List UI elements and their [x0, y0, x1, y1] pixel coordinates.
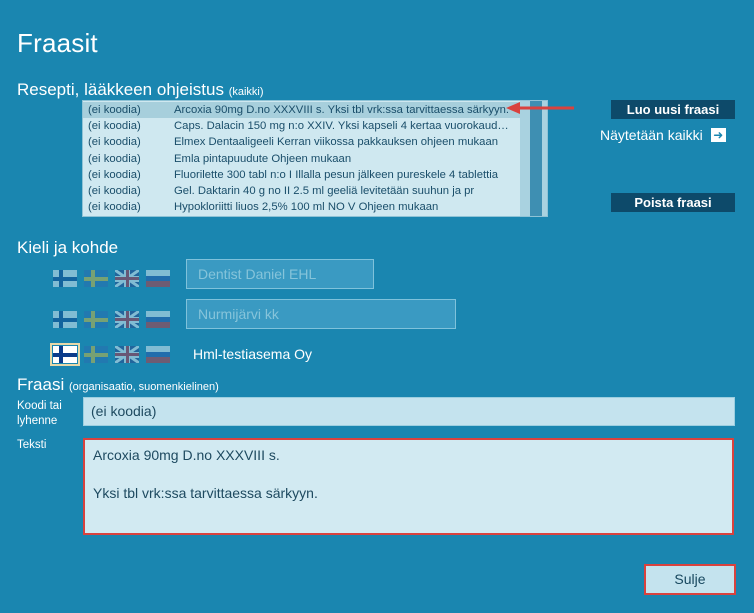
phrase-code: (ei koodia) — [88, 136, 141, 149]
phrase-text: Emla pintapuudute Ohjeen mukaan — [174, 152, 352, 165]
new-phrase-button[interactable]: Luo uusi fraasi — [611, 100, 735, 119]
delete-phrase-button[interactable]: Poista fraasi — [611, 193, 735, 212]
phrase-code: (ei koodia) — [88, 152, 141, 165]
russian-flag-icon[interactable] — [146, 311, 170, 328]
show-all-toggle[interactable]: Näytetään kaikki ➜ — [600, 127, 726, 143]
phrase-text: Hypokloriitti liuos 2,5% 100 ml NO V Ohj… — [174, 201, 439, 214]
phrase-list-item[interactable]: (ei koodia) Emla pintapuudute Ohjeen muk… — [83, 151, 521, 167]
language-flags-row-2 — [53, 311, 170, 328]
russian-flag-icon[interactable] — [146, 346, 170, 363]
phrase-list-item[interactable]: (ei koodia) Hypokloriitti liuos 2,5% 100… — [83, 199, 521, 215]
list-scrollbar[interactable] — [520, 101, 547, 216]
finnish-flag-icon[interactable] — [53, 270, 77, 287]
swedish-flag-icon[interactable] — [84, 311, 108, 328]
swedish-flag-icon[interactable] — [84, 270, 108, 287]
language-section-label: Kieli ja kohde — [17, 238, 119, 257]
clinic-target-field[interactable]: Nurmijärvi kk — [186, 299, 456, 329]
swedish-flag-icon[interactable] — [84, 346, 108, 363]
english-flag-icon[interactable] — [115, 311, 139, 328]
annotation-arrow-icon — [506, 102, 574, 114]
code-input[interactable]: (ei koodia) — [83, 397, 735, 426]
show-all-label: Näytetään kaikki — [600, 127, 703, 143]
finnish-flag-icon[interactable] — [53, 311, 77, 328]
list-scrollbar-thumb[interactable] — [530, 101, 542, 216]
text-field-label: Teksti — [17, 439, 47, 451]
text-area-line-2: Yksi tbl vrk:ssa tarvittaessa särkyyn. — [93, 485, 318, 501]
phrase-list-item[interactable]: (ei koodia) Fluorilette 300 tabl n:o I I… — [83, 167, 521, 183]
phrase-code: (ei koodia) — [88, 201, 141, 214]
text-area-line-1: Arcoxia 90mg D.no XXXVIII s. — [93, 447, 280, 463]
close-button[interactable]: Sulje — [644, 564, 736, 595]
english-flag-icon[interactable] — [115, 270, 139, 287]
language-flags-row-3 — [50, 343, 170, 366]
phrase-text: Arcoxia 90mg D.no XXXVIII s. Yksi tbl vr… — [174, 104, 510, 116]
recipe-section-sublabel: (kaikki) — [228, 86, 264, 98]
text-area[interactable]: Arcoxia 90mg D.no XXXVIII s. Yksi tbl vr… — [83, 438, 734, 535]
arrow-right-icon: ➜ — [710, 128, 726, 142]
english-flag-icon[interactable] — [115, 346, 139, 363]
phrase-text: Elmex Dentaaligeeli Kerran viikossa pakk… — [174, 136, 499, 149]
phrase-code: (ei koodia) — [88, 104, 141, 116]
language-flags-row-1 — [53, 270, 170, 287]
organization-label: Hml-testiasema Oy — [193, 346, 313, 362]
recipe-section-title: Resepti, lääkkeen ohjeistus — [17, 80, 224, 99]
phrase-text: Caps. Dalacin 150 mg n:o XXIV. Yksi kaps… — [174, 120, 514, 133]
phrase-list-rows: (ei koodia) Arcoxia 90mg D.no XXXVIII s.… — [83, 102, 521, 215]
phrase-section-title: Fraasi — [17, 375, 65, 394]
finnish-flag-icon[interactable] — [50, 343, 80, 366]
phrase-section-label: Fraasi (organisaatio, suomenkielinen) — [17, 375, 219, 395]
phrase-list-item[interactable]: (ei koodia) Gel. Daktarin 40 g no II 2.5… — [83, 183, 521, 199]
phrase-list-item[interactable]: (ei koodia) Elmex Dentaaligeeli Kerran v… — [83, 134, 521, 150]
phrase-list-item[interactable]: (ei koodia) Arcoxia 90mg D.no XXXVIII s.… — [83, 102, 521, 119]
dentist-target-field[interactable]: Dentist Daniel EHL — [186, 259, 374, 289]
russian-flag-icon[interactable] — [146, 270, 170, 287]
phrase-code: (ei koodia) — [88, 184, 141, 197]
phrase-code: (ei koodia) — [88, 120, 141, 133]
phrase-text: Fluorilette 300 tabl n:o I Illalla pesun… — [174, 168, 499, 181]
phrase-list-item[interactable]: (ei koodia) Caps. Dalacin 150 mg n:o XXI… — [83, 118, 521, 134]
window-title: Fraasit — [17, 28, 98, 58]
recipe-section-label: Resepti, lääkkeen ohjeistus (kaikki) — [17, 80, 264, 100]
phrase-text: Gel. Daktarin 40 g no II 2.5 ml geeliä l… — [174, 184, 475, 197]
phrase-listbox[interactable]: (ei koodia) Arcoxia 90mg D.no XXXVIII s.… — [82, 100, 548, 217]
phrase-code: (ei koodia) — [88, 168, 141, 181]
phrase-section-sublabel: (organisaatio, suomenkielinen) — [68, 381, 219, 393]
code-field-label: Koodi tai lyhenne — [17, 400, 62, 427]
